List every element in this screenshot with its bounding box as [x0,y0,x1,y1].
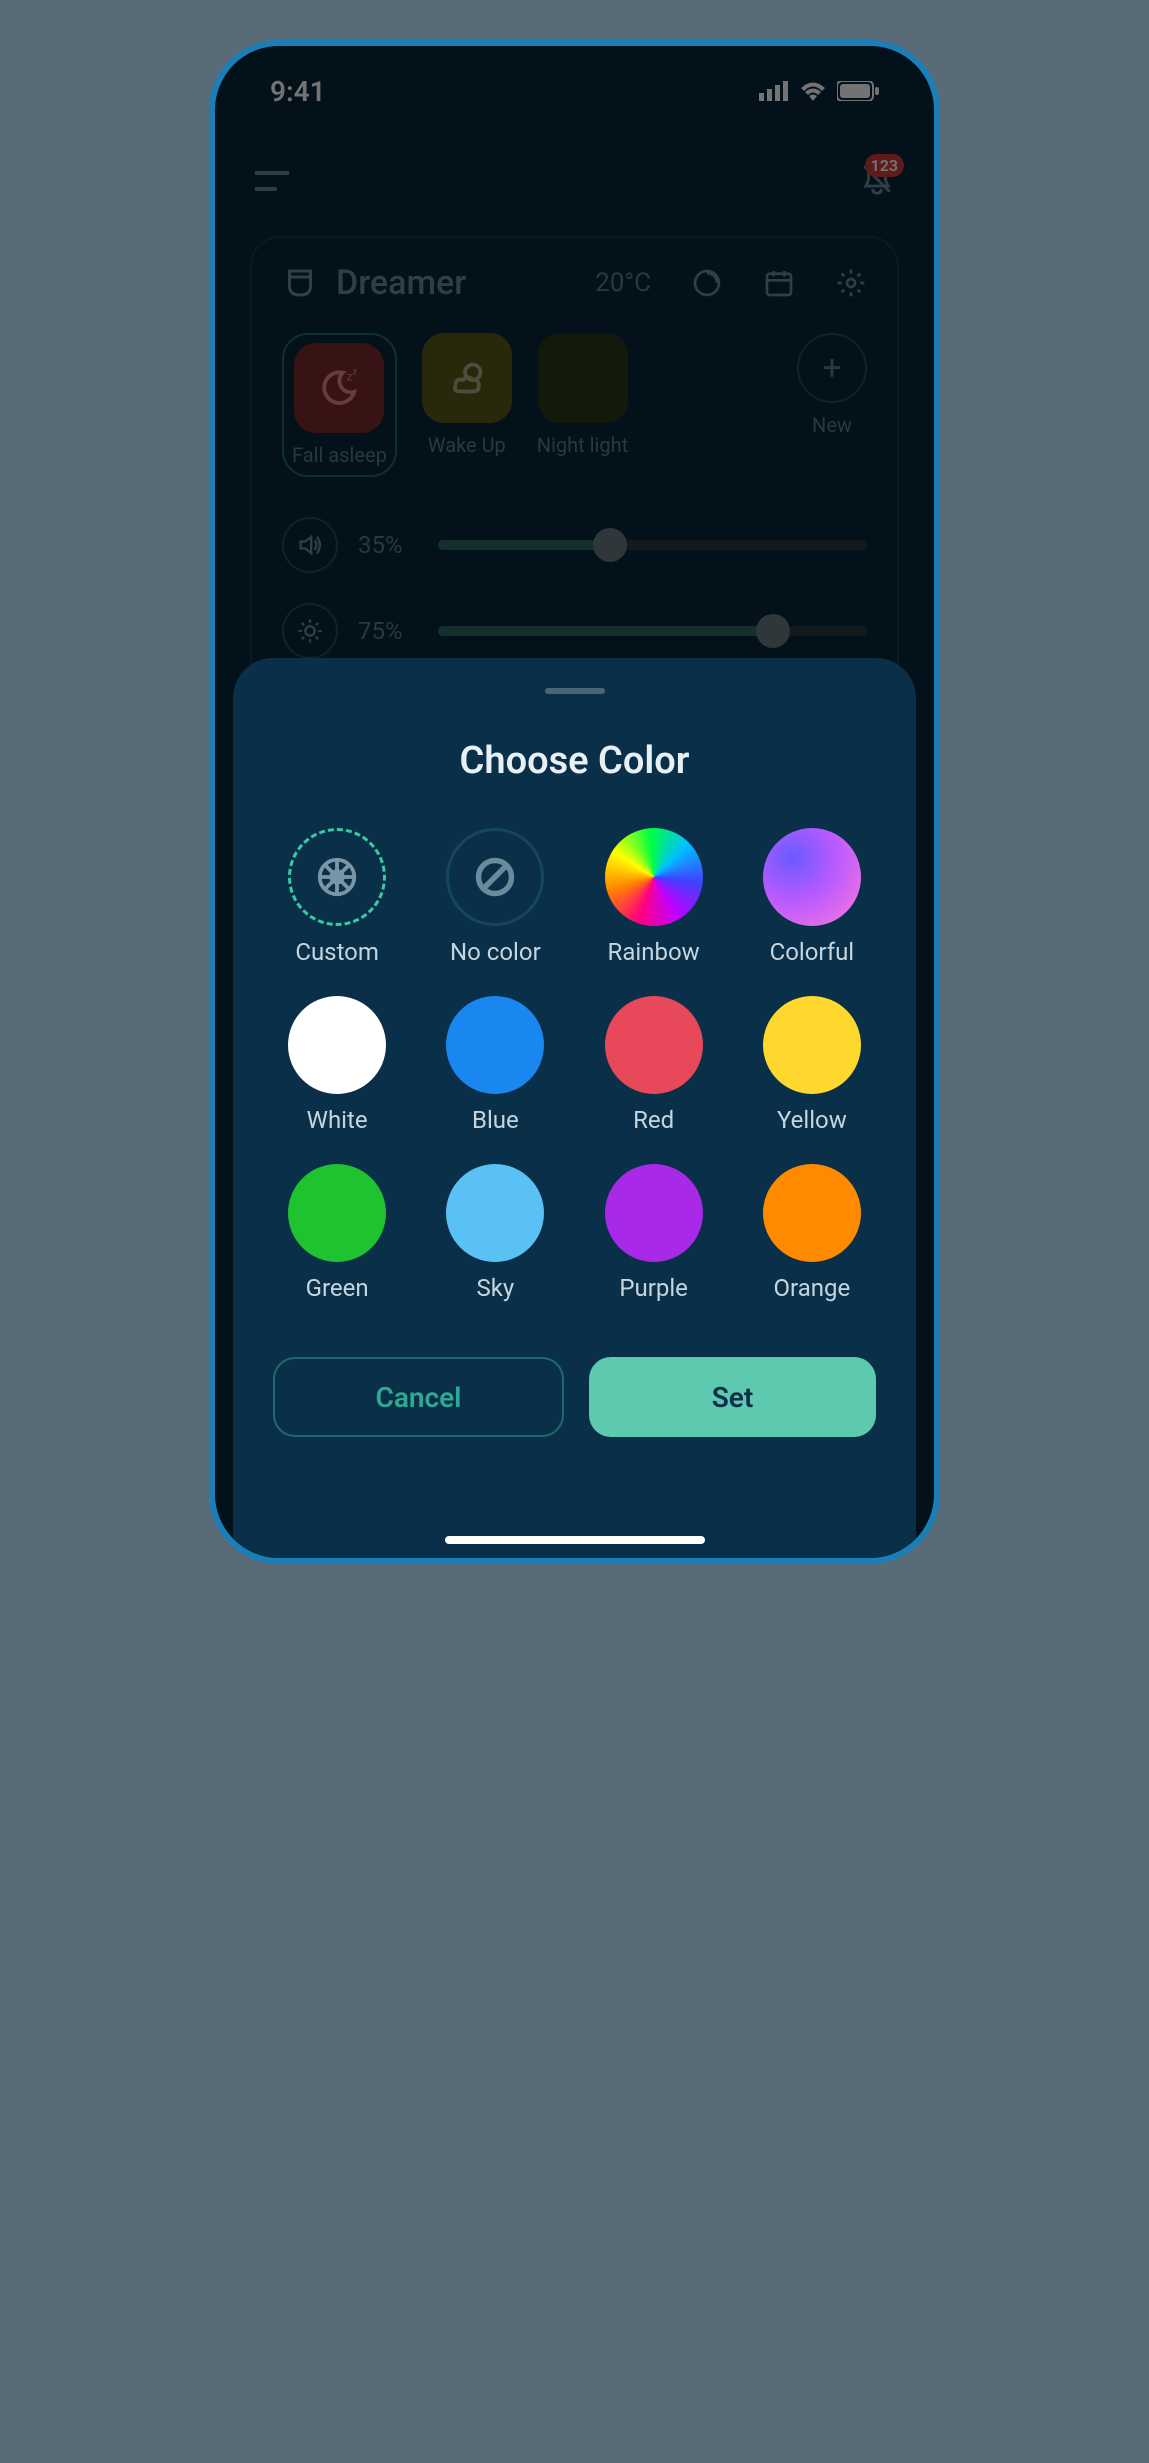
new-label: New [812,413,852,437]
color-label: Rainbow [608,938,700,966]
scene-wake-up[interactable]: Wake Up [422,333,512,457]
device-icon [282,265,318,301]
volume-slider[interactable]: 35% [282,517,867,573]
color-label: Sky [476,1274,514,1302]
plus-icon: + [822,348,841,388]
brightness-value: 75% [358,617,418,645]
scene-label: Wake Up [428,433,506,457]
color-yellow[interactable]: Yellow [763,996,861,1134]
volume-track[interactable] [438,540,867,550]
scene-night-light[interactable]: Night light [537,333,628,457]
color-custom[interactable]: Custom [288,828,386,966]
volume-value: 35% [358,531,418,559]
add-scene-button[interactable]: + New [797,333,867,437]
color-wheel-icon [314,854,360,900]
sheet-title: Choose Color [273,739,876,783]
color-white[interactable]: White [288,996,386,1134]
moon-icon: zz [316,365,362,411]
color-label: No color [450,938,541,966]
notifications-button[interactable]: 123 [860,160,894,202]
status-icons [759,81,879,101]
svg-text:z: z [353,367,358,378]
phone-frame: 9:41 123 Dreamer 20°C zz [209,40,940,1564]
color-label: Orange [774,1274,851,1302]
app-header: 123 [215,146,934,216]
temperature: 20°C [595,268,651,298]
sun-cloud-icon [444,355,490,401]
device-name: Dreamer [336,263,577,303]
color-orange[interactable]: Orange [763,1164,861,1302]
timer-icon[interactable] [691,267,723,299]
sheet-grabber[interactable] [545,688,605,694]
color-label: Green [306,1274,369,1302]
set-button[interactable]: Set [589,1357,876,1437]
wifi-icon [799,81,827,101]
menu-icon[interactable] [255,171,289,191]
cancel-button[interactable]: Cancel [273,1357,564,1437]
notification-badge: 123 [865,154,904,177]
device-card: Dreamer 20°C zz Fall asleep Wake Up N [250,236,899,696]
color-label: Purple [619,1274,688,1302]
color-picker-sheet: Choose Color Custom No color Rainbow [233,658,916,1558]
color-label: Colorful [770,938,855,966]
home-indicator[interactable] [445,1536,705,1544]
color-rainbow[interactable]: Rainbow [605,828,703,966]
status-time: 9:41 [270,75,326,108]
color-label: White [307,1106,368,1134]
brightness-slider[interactable]: 75% [282,603,867,659]
scene-fall-asleep[interactable]: zz Fall asleep [282,333,397,477]
gear-icon[interactable] [835,267,867,299]
color-colorful[interactable]: Colorful [763,828,861,966]
color-purple[interactable]: Purple [605,1164,703,1302]
status-bar: 9:41 [215,46,934,136]
color-green[interactable]: Green [288,1164,386,1302]
calendar-icon[interactable] [763,267,795,299]
color-none[interactable]: No color [446,828,544,966]
no-color-icon [473,855,517,899]
brightness-icon [296,617,324,645]
color-sky[interactable]: Sky [446,1164,544,1302]
scene-label: Night light [537,433,628,457]
color-blue[interactable]: Blue [446,996,544,1134]
cellular-icon [759,81,789,101]
color-label: Yellow [777,1106,847,1134]
color-label: Custom [295,938,379,966]
volume-icon [296,531,324,559]
brightness-track[interactable] [438,626,867,636]
color-grid: Custom No color Rainbow Colorful White [273,828,876,1302]
scene-label: Fall asleep [292,443,387,467]
battery-icon [837,81,879,101]
color-label: Blue [472,1106,519,1134]
color-label: Red [633,1106,674,1134]
color-red[interactable]: Red [605,996,703,1134]
